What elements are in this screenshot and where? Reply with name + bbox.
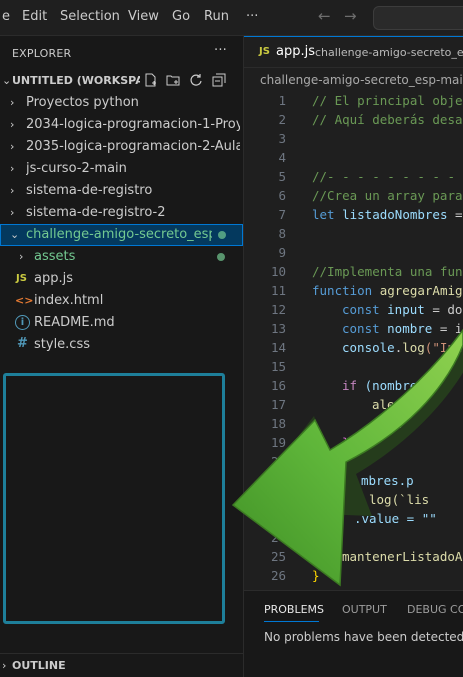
green-arrow-icon (231, 328, 463, 587)
